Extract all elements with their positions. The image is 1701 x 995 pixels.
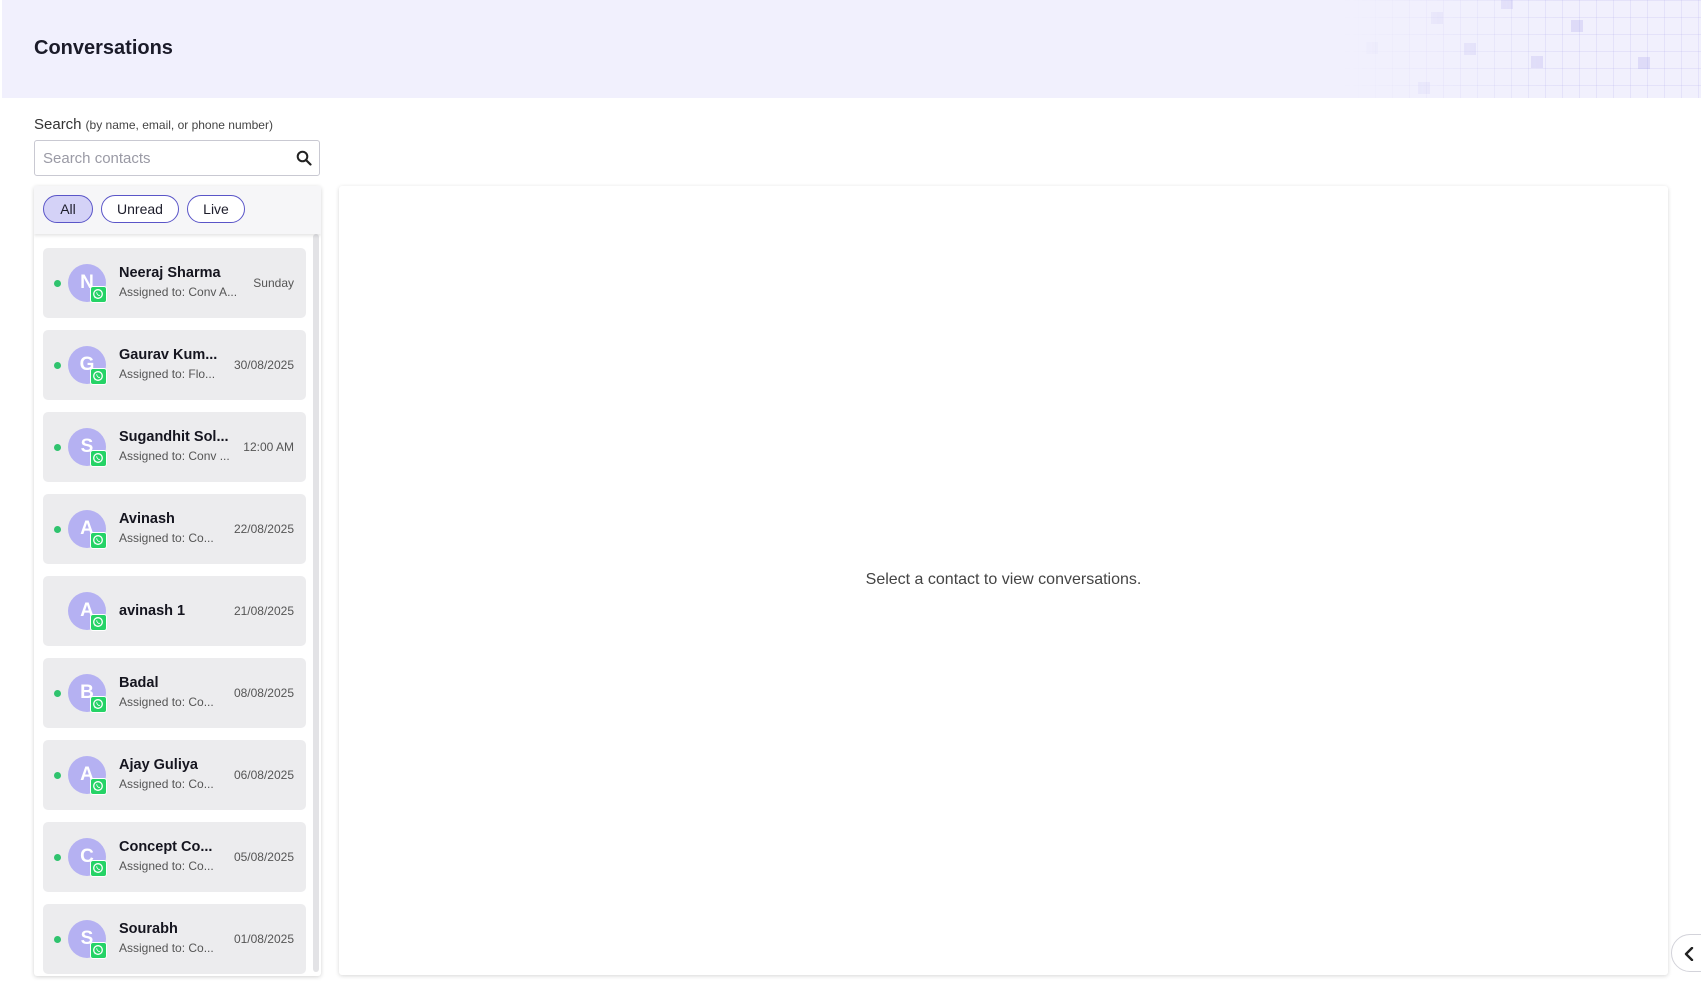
search-label: Search (by name, email, or phone number) — [34, 116, 273, 133]
contact-item[interactable]: B Badal Assigned to: Co... 08/08/2025 — [43, 658, 306, 728]
whatsapp-icon — [90, 614, 107, 631]
contact-name: Neeraj Sharma — [119, 265, 221, 281]
contact-assignee: Assigned to: Co... — [119, 777, 214, 791]
contact-name: avinash 1 — [119, 603, 186, 619]
contact-last-activity: 06/08/2025 — [233, 768, 294, 782]
whatsapp-icon — [90, 532, 107, 549]
whatsapp-icon — [90, 860, 107, 877]
contact-assignee: Assigned to: Conv ... — [119, 449, 230, 463]
header-decoration — [1341, 0, 1701, 98]
contact-name: Sugandhit Sol... — [119, 429, 229, 445]
search-icon[interactable] — [296, 150, 312, 166]
search-input[interactable] — [35, 141, 301, 175]
contact-assignee: Assigned to: Co... — [119, 941, 214, 955]
contact-last-activity: 22/08/2025 — [233, 522, 294, 536]
whatsapp-icon — [90, 942, 107, 959]
filter-unread-button[interactable]: Unread — [101, 195, 179, 223]
search-hint: (by name, email, or phone number) — [85, 118, 273, 132]
contact-name: Sourabh — [119, 921, 178, 937]
contact-assignee: Assigned to: Flo... — [119, 367, 216, 381]
contact-assignee: Assigned to: Co... — [119, 859, 214, 873]
filter-all-button[interactable]: All — [43, 195, 93, 223]
contact-last-activity: 12:00 AM — [243, 440, 294, 454]
page-header: Conversations — [2, 0, 1701, 98]
filter-bar: All Unread Live — [34, 186, 321, 234]
chevron-left-icon — [1684, 947, 1694, 961]
contact-last-activity: 21/08/2025 — [233, 604, 294, 618]
search-label-text: Search — [34, 116, 82, 133]
contact-last-activity: Sunday — [253, 276, 294, 290]
contact-list-panel: All Unread Live N Neeraj Sharma Assigned t… — [34, 186, 321, 976]
online-status-dot — [54, 690, 61, 697]
contact-item[interactable]: A Avinash Assigned to: Co... 22/08/2025 — [43, 494, 306, 564]
contact-item[interactable]: C Concept Co... Assigned to: Co... 05/08/20… — [43, 822, 306, 892]
contact-name: Gaurav Kum... — [119, 347, 218, 363]
online-status-dot — [54, 280, 61, 287]
page-title: Conversations — [34, 37, 173, 59]
contact-last-activity: 05/08/2025 — [233, 850, 294, 864]
contact-name: Badal — [119, 675, 159, 691]
online-status-dot — [54, 444, 61, 451]
whatsapp-icon — [90, 368, 107, 385]
online-status-dot — [54, 936, 61, 943]
filter-live-button[interactable]: Live — [187, 195, 245, 223]
collapse-panel-button[interactable] — [1671, 934, 1701, 972]
contact-name: Ajay Guliya — [119, 757, 198, 773]
contact-assignee: Assigned to: Co... — [119, 695, 214, 709]
contact-name: Concept Co... — [119, 839, 213, 855]
contact-assignee: Assigned to: Co... — [119, 531, 214, 545]
contact-name: Avinash — [119, 511, 175, 527]
whatsapp-icon — [90, 286, 107, 303]
contact-item[interactable]: S Sugandhit Sol... Assigned to: Conv ... 12… — [43, 412, 306, 482]
search-box — [34, 140, 320, 176]
online-status-dot — [54, 526, 61, 533]
conversation-panel: Select a contact to view conversations. — [339, 186, 1668, 975]
empty-state-message: Select a contact to view conversations. — [865, 571, 1142, 588]
contact-assignee: Assigned to: Conv A... — [119, 285, 238, 299]
contact-item[interactable]: N Neeraj Sharma Assigned to: Conv A... Sund… — [43, 248, 306, 318]
contact-last-activity: 01/08/2025 — [233, 932, 294, 946]
contact-item[interactable]: S Sourabh Assigned to: Co... 01/08/2025 — [43, 904, 306, 974]
online-status-dot — [54, 854, 61, 861]
contact-list-scrollbar[interactable] — [313, 234, 319, 972]
contact-last-activity: 08/08/2025 — [233, 686, 294, 700]
online-status-dot — [54, 362, 61, 369]
contact-item[interactable]: A Ajay Guliya Assigned to: Co... 06/08/2025 — [43, 740, 306, 810]
whatsapp-icon — [90, 450, 107, 467]
whatsapp-icon — [90, 696, 107, 713]
online-status-dot — [54, 772, 61, 779]
contact-last-activity: 30/08/2025 — [233, 358, 294, 372]
contact-item[interactable]: G Gaurav Kum... Assigned to: Flo... 30/08/2… — [43, 330, 306, 400]
whatsapp-icon — [90, 778, 107, 795]
contact-item[interactable]: Aavinash 1 21/08/2025 — [43, 576, 306, 646]
